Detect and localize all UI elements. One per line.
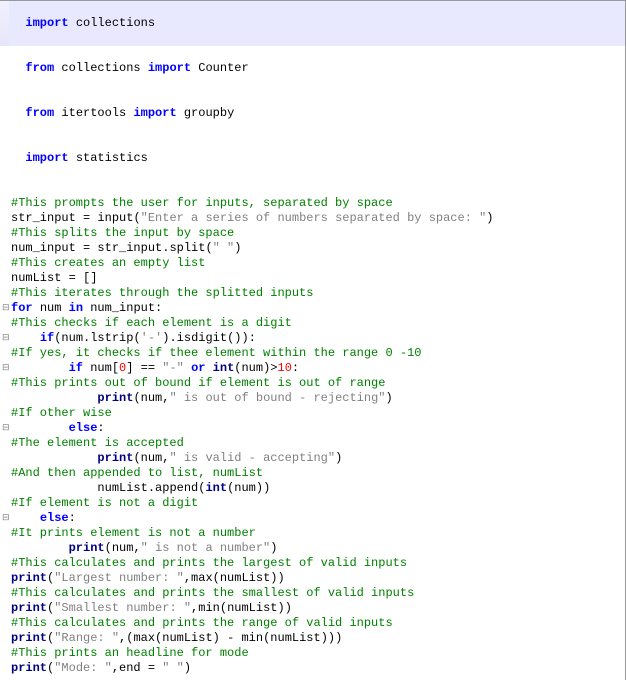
code-line: #This prompts the user for inputs, separ… — [0, 196, 625, 211]
name-counter: Counter — [198, 61, 248, 75]
code-line: from itertools import groupby — [0, 91, 625, 136]
code-line: import collections — [0, 1, 625, 46]
blank-line — [0, 181, 625, 196]
gutter — [2, 1, 9, 16]
code-editor: import collections from collections impo… — [0, 0, 626, 680]
code-line: import statistics — [0, 136, 625, 181]
kw-import: import — [25, 16, 68, 30]
module-collections: collections — [76, 16, 155, 30]
fold-icon[interactable]: ⊟ — [2, 511, 9, 526]
comment: #This prompts the user for inputs, separ… — [11, 196, 393, 210]
fold-icon[interactable]: ⊟ — [2, 301, 9, 316]
fold-icon[interactable]: ⊟ — [2, 331, 9, 346]
code-line: from collections import Counter — [0, 46, 625, 91]
fold-icon[interactable]: ⊟ — [2, 361, 9, 376]
fold-icon[interactable]: ⊟ — [2, 421, 9, 436]
code-line: str_input = input("Enter a series of num… — [0, 211, 625, 226]
